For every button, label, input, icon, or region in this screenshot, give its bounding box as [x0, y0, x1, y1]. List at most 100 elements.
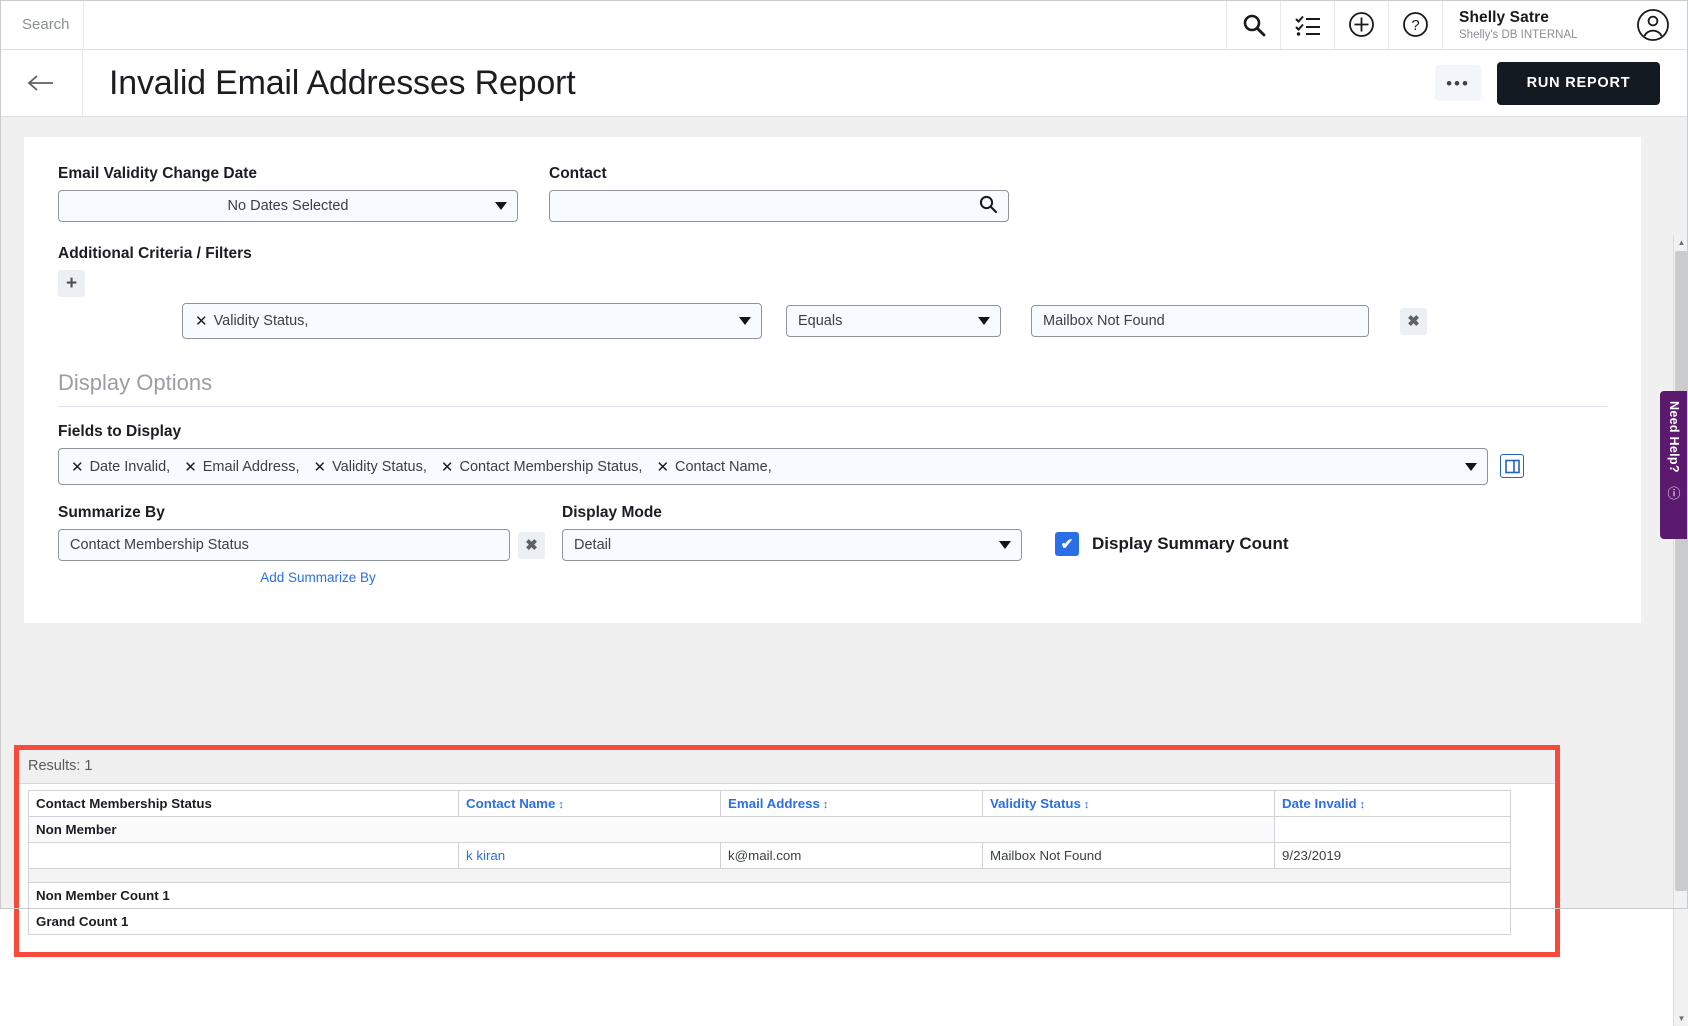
filter-operator-value: Equals: [798, 313, 842, 329]
scroll-down-arrow-icon[interactable]: ▼: [1674, 1011, 1688, 1026]
global-search-input[interactable]: Search: [0, 0, 1227, 49]
cell-contact-membership-status: [29, 843, 459, 869]
account-circle-icon[interactable]: [1618, 0, 1688, 49]
field-chip-label: Contact Name,: [675, 459, 772, 475]
column-header-label: Validity Status: [990, 796, 1081, 811]
display-mode-label: Display Mode: [562, 504, 1022, 522]
display-summary-count-checkbox[interactable]: ✔: [1055, 532, 1079, 556]
sort-icon[interactable]: ↕: [823, 799, 829, 811]
display-options-heading: Display Options: [58, 370, 1607, 407]
fields-to-display-label: Fields to Display: [58, 423, 1607, 441]
table-row: k kiran k@mail.com Mailbox Not Found 9/2…: [29, 843, 1511, 869]
sort-icon[interactable]: ↕: [1360, 799, 1366, 811]
user-info[interactable]: Shelly Satre Shelly's DB INTERNAL: [1443, 0, 1618, 49]
column-header-label: Date Invalid: [1282, 796, 1357, 811]
help-circle-icon[interactable]: ?: [1389, 0, 1443, 49]
field-chip[interactable]: ✕ Date Invalid,: [71, 458, 170, 476]
field-chip[interactable]: ✕ Email Address,: [184, 458, 299, 476]
field-chip[interactable]: ✕ Validity Status,: [313, 458, 426, 476]
column-header-contact-name[interactable]: Contact Name↕: [459, 791, 721, 817]
contact-search-input[interactable]: [549, 190, 1009, 222]
chevron-down-icon: [1465, 463, 1477, 471]
add-filter-button[interactable]: +: [58, 270, 85, 297]
plus-circle-icon[interactable]: [1335, 0, 1389, 49]
column-header-date-invalid[interactable]: Date Invalid↕: [1275, 791, 1511, 817]
additional-criteria-section: Additional Criteria / Filters + ✕ Validi…: [58, 245, 1607, 339]
additional-criteria-label: Additional Criteria / Filters: [58, 245, 1607, 263]
fields-to-display-select[interactable]: ✕ Date Invalid, ✕ Email Address, ✕ Valid…: [58, 448, 1488, 485]
remove-summarize-by-button[interactable]: ✖: [518, 532, 545, 559]
group-label: Non Member: [29, 817, 1275, 843]
cell-validity-status: Mailbox Not Found: [983, 843, 1275, 869]
remove-chip-icon[interactable]: ✕: [656, 458, 669, 476]
field-chip-label: Validity Status,: [332, 459, 427, 475]
more-options-button[interactable]: •••: [1435, 65, 1481, 101]
need-help-label: Need Help?: [1667, 401, 1681, 473]
filter-operator-select[interactable]: Equals: [786, 305, 1001, 337]
display-summary-count-group[interactable]: ✔ Display Summary Count: [1055, 532, 1289, 556]
grand-count-row: Grand Count 1: [29, 909, 1511, 935]
group-count-label: Non Member Count 1: [29, 883, 1511, 909]
remove-filter-button[interactable]: ✖: [1400, 308, 1427, 335]
remove-chip-icon[interactable]: ✕: [195, 312, 208, 330]
email-validity-change-date-label: Email Validity Change Date: [58, 165, 518, 183]
header-actions: ••• RUN REPORT: [1435, 62, 1688, 105]
filter-value-input[interactable]: Mailbox Not Found: [1031, 305, 1369, 337]
chevron-down-icon: [978, 317, 990, 325]
primary-criteria-row: Email Validity Change Date No Dates Sele…: [58, 165, 1607, 222]
email-validity-change-date-value: No Dates Selected: [228, 198, 349, 214]
filter-field-value: Validity Status,: [214, 313, 309, 329]
user-database: Shelly's DB INTERNAL: [1459, 29, 1618, 41]
email-validity-change-date-select[interactable]: No Dates Selected: [58, 190, 518, 222]
display-summary-count-label: Display Summary Count: [1092, 534, 1289, 554]
arrow-left-icon[interactable]: [0, 50, 83, 117]
grand-count-label: Grand Count 1: [29, 909, 1511, 935]
email-validity-change-date-group: Email Validity Change Date No Dates Sele…: [58, 165, 518, 222]
summarize-by-group: Summarize By Contact Membership Status ✖: [58, 504, 545, 561]
columns-icon[interactable]: [1500, 454, 1524, 478]
add-summarize-by-link[interactable]: Add Summarize By: [78, 570, 558, 585]
summarize-by-label: Summarize By: [58, 504, 545, 522]
results-count: Results: 1: [19, 750, 1555, 784]
page-header: Invalid Email Addresses Report ••• RUN R…: [0, 50, 1688, 117]
field-chip[interactable]: ✕ Contact Membership Status,: [441, 458, 643, 476]
svg-text:?: ?: [1411, 17, 1419, 34]
summarize-row: Summarize By Contact Membership Status ✖…: [58, 504, 1607, 561]
search-icon[interactable]: [978, 194, 998, 218]
page-title: Invalid Email Addresses Report: [83, 64, 575, 103]
column-header-email-address[interactable]: Email Address↕: [721, 791, 983, 817]
cell-date-invalid: 9/23/2019: [1275, 843, 1511, 869]
cell-contact-name[interactable]: k kiran: [459, 843, 721, 869]
field-chip-label: Date Invalid,: [90, 459, 171, 475]
remove-chip-icon[interactable]: ✕: [441, 458, 454, 476]
results-table: Contact Membership Status Contact Name↕ …: [28, 790, 1511, 935]
remove-chip-icon[interactable]: ✕: [184, 458, 197, 476]
column-header-label: Contact Name: [466, 796, 555, 811]
checklist-icon[interactable]: [1281, 0, 1335, 49]
sort-icon[interactable]: ↕: [1084, 799, 1090, 811]
scroll-up-arrow-icon[interactable]: ▲: [1674, 235, 1688, 250]
summarize-by-value: Contact Membership Status: [70, 537, 249, 553]
field-chip[interactable]: ✕ Contact Name,: [656, 458, 771, 476]
help-circle-icon[interactable]: ⓘ: [1667, 483, 1680, 502]
run-report-button[interactable]: RUN REPORT: [1497, 62, 1660, 105]
display-mode-select[interactable]: Detail: [562, 529, 1022, 561]
column-header-validity-status[interactable]: Validity Status↕: [983, 791, 1275, 817]
chevron-down-icon: [495, 202, 507, 210]
remove-chip-icon[interactable]: ✕: [313, 458, 326, 476]
need-help-tab[interactable]: Need Help? ⓘ: [1660, 391, 1688, 539]
summarize-by-input[interactable]: Contact Membership Status: [58, 529, 510, 561]
sort-icon[interactable]: ↕: [558, 799, 564, 811]
remove-chip-icon[interactable]: ✕: [71, 458, 84, 476]
spacer-row: [29, 869, 1511, 883]
filter-field-select[interactable]: ✕ Validity Status,: [182, 303, 762, 339]
search-icon[interactable]: [1227, 0, 1281, 49]
page-body: Email Validity Change Date No Dates Sele…: [0, 117, 1688, 908]
filter-row: ✕ Validity Status, Equals Mailbox Not Fo…: [58, 303, 1607, 339]
vertical-scrollbar[interactable]: ▲ ▼: [1673, 235, 1688, 1026]
display-mode-value: Detail: [574, 537, 611, 553]
scrollbar-thumb[interactable]: [1675, 251, 1687, 891]
contact-label: Contact: [549, 165, 1009, 183]
results-panel: Results: 1 Contact Membership Status: [19, 750, 1555, 952]
contact-group: Contact: [549, 165, 1009, 222]
